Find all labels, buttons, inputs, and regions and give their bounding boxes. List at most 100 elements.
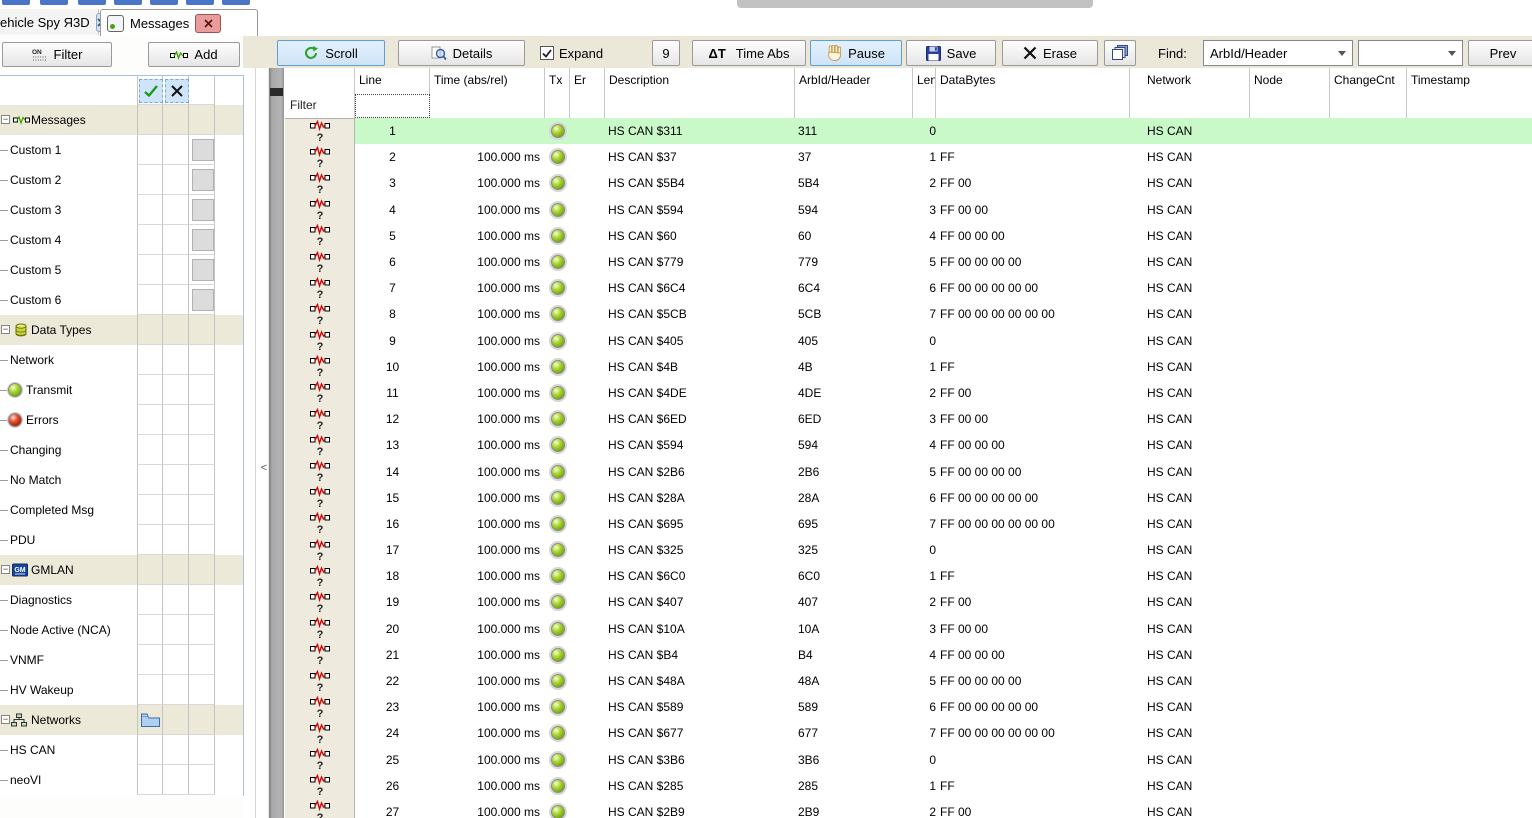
grid-cell[interactable] bbox=[163, 135, 189, 165]
filter-line-input[interactable] bbox=[355, 94, 430, 118]
sidebar-item-no-match[interactable]: No Match bbox=[0, 465, 243, 495]
sidebar-item-networks[interactable]: −Networks bbox=[0, 705, 243, 735]
details-button[interactable]: Details bbox=[398, 40, 525, 66]
filter-cell[interactable] bbox=[1250, 94, 1330, 118]
add-button[interactable]: Add bbox=[148, 42, 240, 67]
table-row[interactable]: ?19100.000 msHS CAN $4074072FF 00HS CAN bbox=[285, 589, 1532, 615]
grid-cell[interactable] bbox=[163, 315, 189, 345]
collapse-expander-icon[interactable]: − bbox=[1, 115, 10, 124]
grid-cell[interactable] bbox=[189, 465, 215, 495]
grid-cell[interactable] bbox=[137, 465, 163, 495]
sidebar-item-messages[interactable]: −Messages bbox=[0, 105, 243, 135]
grid-cell[interactable] bbox=[137, 225, 163, 255]
table-row[interactable]: ?12100.000 msHS CAN $6ED6ED3FF 00 00HS C… bbox=[285, 406, 1532, 432]
grid-cell[interactable] bbox=[189, 675, 215, 705]
grid-cell[interactable] bbox=[189, 315, 215, 345]
column-header-len[interactable]: Len bbox=[913, 68, 936, 94]
table-row[interactable]: ?7100.000 msHS CAN $6C46C46FF 00 00 00 0… bbox=[285, 275, 1532, 301]
scroll-button[interactable]: Scroll bbox=[277, 40, 385, 66]
table-row[interactable]: ?8100.000 msHS CAN $5CB5CB7FF 00 00 00 0… bbox=[285, 301, 1532, 327]
row-scroll-strip[interactable] bbox=[268, 68, 284, 818]
grid-cell[interactable] bbox=[163, 465, 189, 495]
filter-cell[interactable] bbox=[545, 94, 570, 118]
filter-cell[interactable] bbox=[1407, 94, 1532, 118]
sidebar-item-custom-2[interactable]: Custom 2 bbox=[0, 165, 243, 195]
scroll-thumb[interactable] bbox=[270, 88, 283, 96]
grid-cell[interactable] bbox=[137, 345, 163, 375]
column-header-changecnt[interactable]: ChangeCnt bbox=[1330, 68, 1407, 94]
collapse-expander-icon[interactable]: − bbox=[1, 715, 10, 724]
grid-cell[interactable] bbox=[137, 435, 163, 465]
grid-cell[interactable] bbox=[137, 195, 163, 225]
table-row[interactable]: ?21100.000 msHS CAN $B4B44FF 00 00 00HS … bbox=[285, 642, 1532, 668]
table-row[interactable]: ?18100.000 msHS CAN $6C06C01FFHS CAN bbox=[285, 563, 1532, 589]
table-row[interactable]: ?27100.000 msHS CAN $2B92B92FF 00HS CAN bbox=[285, 799, 1532, 818]
check-all-button[interactable] bbox=[139, 79, 163, 103]
sidebar-item-custom-5[interactable]: Custom 5 bbox=[0, 255, 243, 285]
grid-cell[interactable] bbox=[163, 105, 189, 135]
filter-button[interactable]: ON Filter bbox=[2, 42, 112, 67]
sidebar-item-node-active-nca[interactable]: Node Active (NCA) bbox=[0, 615, 243, 645]
close-tab-icon[interactable] bbox=[195, 14, 221, 33]
table-row[interactable]: ?15100.000 msHS CAN $28A28A6FF 00 00 00 … bbox=[285, 485, 1532, 511]
sidebar-item-hv-wakeup[interactable]: HV Wakeup bbox=[0, 675, 243, 705]
table-row[interactable]: ?23100.000 msHS CAN $5895896FF 00 00 00 … bbox=[285, 694, 1532, 720]
filter-cell[interactable] bbox=[1130, 94, 1250, 118]
sidebar-item-network[interactable]: Network bbox=[0, 345, 243, 375]
sidebar-item-neovi[interactable]: neoVI bbox=[0, 765, 243, 795]
grid-cell[interactable] bbox=[189, 105, 215, 135]
table-row[interactable]: ?1HS CAN $3113110HS CAN bbox=[285, 118, 1532, 144]
grid-cell[interactable] bbox=[163, 255, 189, 285]
grid-cell[interactable] bbox=[137, 105, 163, 135]
filter-color-box[interactable] bbox=[192, 289, 214, 311]
find-text-input[interactable] bbox=[1358, 40, 1463, 66]
grid-cell[interactable] bbox=[137, 525, 163, 555]
grid-cell[interactable] bbox=[137, 495, 163, 525]
uncheck-all-button[interactable] bbox=[165, 79, 189, 103]
filter-cell[interactable] bbox=[1330, 94, 1407, 118]
sidebar-item-pdu[interactable]: PDU bbox=[0, 525, 243, 555]
grid-cell[interactable] bbox=[137, 765, 163, 795]
column-header-er[interactable]: Er bbox=[570, 68, 605, 94]
grid-cell[interactable] bbox=[163, 705, 189, 735]
grid-cell[interactable] bbox=[137, 255, 163, 285]
column-header-line[interactable]: Line bbox=[355, 68, 430, 94]
filter-cell[interactable] bbox=[913, 94, 936, 118]
grid-cell[interactable] bbox=[163, 405, 189, 435]
grid-cell[interactable] bbox=[189, 345, 215, 375]
filter-cell[interactable] bbox=[430, 94, 545, 118]
grid-cell[interactable] bbox=[137, 165, 163, 195]
copy-view-button[interactable] bbox=[1104, 40, 1136, 66]
folder-icon[interactable] bbox=[141, 713, 160, 730]
collapse-expander-icon[interactable]: − bbox=[1, 325, 10, 334]
grid-cell[interactable] bbox=[137, 405, 163, 435]
panel-splitter[interactable] bbox=[255, 36, 256, 818]
sidebar-item-custom-4[interactable]: Custom 4 bbox=[0, 225, 243, 255]
table-row[interactable]: ?2100.000 msHS CAN $37371FFHS CAN bbox=[285, 144, 1532, 170]
grid-cell[interactable] bbox=[137, 555, 163, 585]
grid-cell[interactable] bbox=[189, 555, 215, 585]
grid-cell[interactable] bbox=[163, 765, 189, 795]
grid-cell[interactable] bbox=[137, 645, 163, 675]
column-header-desc[interactable]: Description bbox=[605, 68, 795, 94]
find-prev-button[interactable]: Prev bbox=[1468, 40, 1532, 66]
grid-cell[interactable] bbox=[189, 705, 215, 735]
grid-cell[interactable] bbox=[163, 525, 189, 555]
sidebar-item-diagnostics[interactable]: Diagnostics bbox=[0, 585, 243, 615]
sidebar-item-transmit[interactable]: Transmit bbox=[0, 375, 243, 405]
grid-cell[interactable] bbox=[189, 615, 215, 645]
sidebar-item-data-types[interactable]: −Data Types bbox=[0, 315, 243, 345]
tab-messages[interactable]: Messages bbox=[100, 9, 258, 36]
erase-button[interactable]: Erase bbox=[1002, 40, 1098, 66]
grid-cell[interactable] bbox=[163, 735, 189, 765]
time-abs-button[interactable]: ΔT Time Abs bbox=[692, 40, 806, 66]
filter-cell[interactable] bbox=[570, 94, 605, 118]
column-header-network[interactable]: Network bbox=[1130, 68, 1250, 94]
sidebar-item-vnmf[interactable]: VNMF bbox=[0, 645, 243, 675]
tab-vehicle-spy[interactable]: ehicle Spy Я3D bbox=[0, 9, 99, 35]
column-header-arbid[interactable]: ArbId/Header bbox=[795, 68, 913, 94]
table-row[interactable]: ?4100.000 msHS CAN $5945943FF 00 00HS CA… bbox=[285, 197, 1532, 223]
table-row[interactable]: ?25100.000 msHS CAN $3B63B60HS CAN bbox=[285, 747, 1532, 773]
column-header-timestamp[interactable]: Timestamp bbox=[1407, 68, 1532, 94]
sidebar-item-custom-3[interactable]: Custom 3 bbox=[0, 195, 243, 225]
